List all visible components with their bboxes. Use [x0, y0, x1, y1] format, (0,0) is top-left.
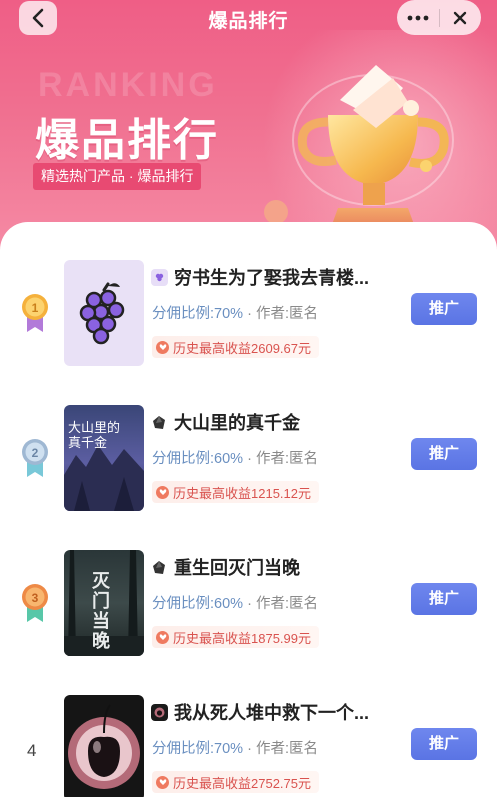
item-title-row: 大山里的真千金 [151, 409, 300, 435]
more-button[interactable] [397, 0, 439, 35]
meta-separator: · [243, 451, 256, 467]
list-item[interactable]: 2 大山里的真千金 大山里的真千金 分佣比例:60% · 作者:匿名 历史最高收… [0, 405, 497, 515]
hero-title: 爆品排行 [35, 116, 219, 165]
item-title-row: 重生回灭门当晚 [151, 554, 300, 580]
book-cover[interactable] [64, 695, 144, 797]
earnings-badge: 历史最高收益1215.12元 [152, 481, 319, 503]
cherry-icon [68, 704, 140, 789]
rank-number: 1 [32, 301, 39, 315]
item-meta: 分佣比例:60% · 作者:匿名 [152, 447, 318, 468]
grape-icon [79, 282, 125, 345]
dark-gem-icon [151, 414, 168, 431]
grape-icon [151, 268, 168, 286]
item-meta: 分佣比例:60% · 作者:匿名 [152, 592, 318, 613]
earnings-text: 历史最高收益1875.99元 [173, 630, 311, 646]
promote-button[interactable]: 推广 [411, 583, 477, 615]
close-button[interactable] [439, 0, 481, 35]
item-title: 大山里的真千金 [174, 413, 300, 433]
item-meta: 分佣比例:70% · 作者:匿名 [152, 302, 318, 323]
author: 作者:匿名 [255, 741, 318, 757]
gold-medal-icon: 1 [22, 294, 48, 332]
rank-number: 4 [27, 741, 37, 760]
author: 作者:匿名 [255, 596, 318, 612]
mini-program-capsule [397, 0, 481, 35]
earnings-text: 历史最高收益2752.75元 [173, 775, 311, 791]
author: 作者:匿名 [255, 451, 318, 467]
commission-rate: 分佣比例:60% [152, 451, 244, 467]
ranking-list: 1 穷书生为了娶我去青楼... 分佣比例:70% · 作者:匿名 历史最高收益2… [0, 222, 497, 797]
cherry-icon [151, 703, 168, 721]
list-item[interactable]: 3 灭门当晚 重生回灭门当晚 分佣比例:60% · 作者:匿名 历史最高收益18… [0, 550, 497, 660]
earnings-text: 历史最高收益2609.67元 [173, 340, 311, 356]
cover-title: 灭门当晚 [92, 571, 110, 652]
book-cover[interactable]: 灭门当晚 [64, 550, 144, 656]
promote-button[interactable]: 推广 [411, 438, 477, 470]
heart-coin-icon [156, 340, 169, 354]
book-cover[interactable]: 大山里的真千金 [64, 405, 144, 511]
ranking-watermark: RANKING [38, 66, 218, 104]
commission-rate: 分佣比例:70% [152, 741, 244, 757]
item-title: 重生回灭门当晚 [174, 558, 300, 578]
heart-coin-icon [156, 775, 169, 789]
meta-separator: · [243, 306, 256, 322]
rank-number: 3 [32, 591, 39, 605]
earnings-badge: 历史最高收益2752.75元 [152, 771, 319, 793]
hero-subtitle: 精选热门产品 · 爆品排行 [33, 163, 202, 190]
dark-gem-icon [151, 559, 168, 576]
nav-bar: 爆品排行 [0, 0, 497, 36]
item-title: 穷书生为了娶我去青楼... [174, 268, 370, 288]
item-title: 我从死人堆中救下一个... [174, 703, 370, 723]
commission-rate: 分佣比例:70% [152, 306, 244, 322]
earnings-badge: 历史最高收益1875.99元 [152, 626, 319, 648]
more-dots-icon [407, 15, 429, 20]
promote-button[interactable]: 推广 [411, 293, 477, 325]
item-title-row: 穷书生为了娶我去青楼... [151, 264, 369, 290]
bronze-medal-icon: 3 [22, 584, 48, 622]
book-cover[interactable] [64, 260, 144, 366]
earnings-badge: 历史最高收益2609.67元 [152, 336, 319, 358]
hero-banner: RANKING 爆品排行 精选热门产品 · 爆品排行 [0, 0, 497, 250]
rank-number: 2 [32, 446, 39, 460]
item-meta: 分佣比例:70% · 作者:匿名 [152, 737, 318, 758]
item-title-row: 我从死人堆中救下一个... [151, 699, 369, 725]
heart-coin-icon [156, 485, 169, 499]
promote-button[interactable]: 推广 [411, 728, 477, 760]
list-item[interactable]: 1 穷书生为了娶我去青楼... 分佣比例:70% · 作者:匿名 历史最高收益2… [0, 260, 497, 370]
silver-medal-icon: 2 [22, 439, 48, 477]
list-item[interactable]: 4 我从死人堆中救下一个... 分佣比例:70% · 作者:匿名 历史最高收益2… [0, 695, 497, 797]
author: 作者:匿名 [255, 306, 318, 322]
meta-separator: · [243, 596, 256, 612]
earnings-text: 历史最高收益1215.12元 [173, 485, 311, 501]
heart-coin-icon [156, 630, 169, 644]
cover-title: 大山里的真千金 [68, 421, 121, 451]
meta-separator: · [243, 741, 256, 757]
trophy-icon [264, 65, 454, 230]
close-icon [454, 11, 467, 24]
commission-rate: 分佣比例:60% [152, 596, 244, 612]
